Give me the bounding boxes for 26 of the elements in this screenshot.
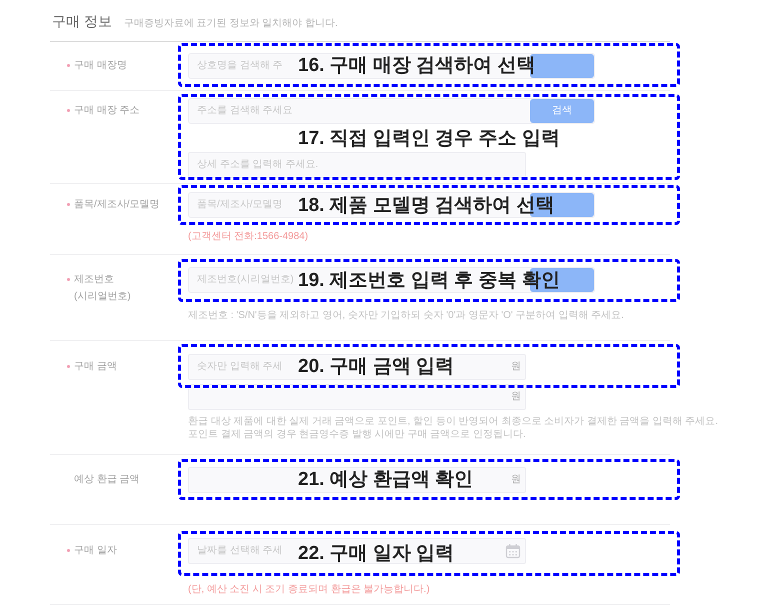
- annotation-label: 18. 제품 모델명 검색하여 선택: [298, 196, 555, 214]
- annotation-label: 20. 구매 금액 입력: [298, 356, 454, 376]
- field-label: 제조번호 (시리얼번호): [74, 273, 131, 304]
- currency-unit: 원: [511, 475, 521, 485]
- section-subtitle: 구매증빙자료에 표기된 정보와 일치해야 합니다.: [124, 18, 338, 30]
- annotation-label: 16. 구매 매장 검색하여 선택: [298, 56, 536, 74]
- help-text: 환급 대상 제품에 대한 실제 거래 금액으로 포인트, 할인 등이 반영되어 최종으로 소비자가 결제한 금액을 입력해 주세요.: [188, 415, 718, 428]
- annotation-label: 17. 직접 입력인 경우 주소 입력: [298, 129, 560, 148]
- help-text: 제조번호 : 'S/N'등을 제외하고 영어, 숫자만 기입하되 숫자 '0'과 영문자 'O' 구분하여 입력해 주세요.: [188, 309, 624, 322]
- annotation-label: 21. 예상 환급액 확인: [298, 470, 474, 489]
- field-label: 예상 환급 금액: [74, 473, 140, 487]
- annotation-label: 22. 구매 일자 입력: [298, 544, 454, 563]
- input-field[interactable]: 원: [188, 384, 526, 410]
- help-text: 포인트 결제 금액의 경우 현금영수증 발행 시에만 구매 금액으로 인정됩니다.: [188, 428, 527, 441]
- field-label: 구매 매장 주소: [74, 104, 140, 118]
- field-label: 구매 매장명: [74, 59, 127, 73]
- section-title: 구매 정보: [52, 13, 112, 29]
- annotation-label: 19. 제조번호 입력 후 중복 확인: [298, 271, 560, 290]
- search-button[interactable]: 검색: [530, 99, 594, 123]
- currency-unit: 원: [511, 392, 521, 402]
- field-label: 구매 금액: [74, 360, 117, 374]
- currency-unit: 원: [511, 362, 521, 372]
- field-label: 구매 일자: [74, 544, 117, 558]
- field-label: 품목/제조사/모델명: [74, 198, 160, 212]
- warning-text: (단, 예산 소진 시 조기 종료되며 환급은 불가능합니다.): [188, 583, 431, 596]
- warning-text: (고객센터 전화:1566-4984): [188, 230, 310, 243]
